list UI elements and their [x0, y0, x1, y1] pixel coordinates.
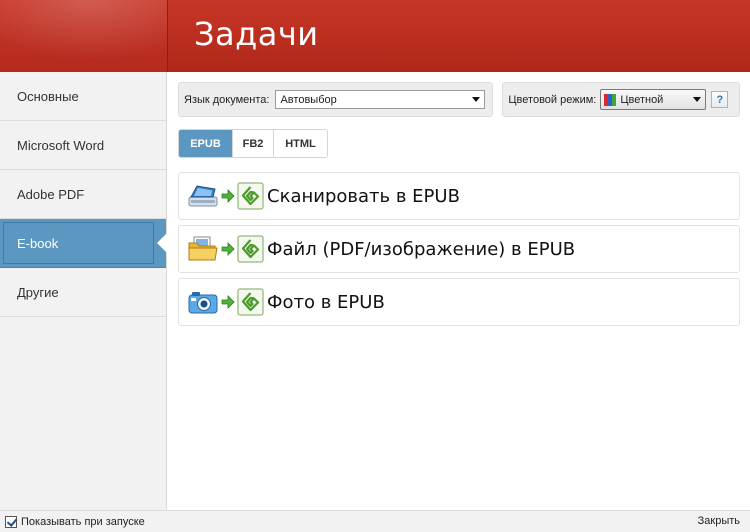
epub-icon [237, 182, 264, 210]
language-select-value: Автовыбор [280, 93, 337, 106]
page-title: Задачи [194, 15, 319, 53]
show-on-startup-label: Показывать при запуске [21, 515, 145, 528]
color-mode-value: Цветной [620, 93, 664, 106]
sidebar-item-microsoft-word[interactable]: Microsoft Word [0, 121, 166, 170]
epub-icon [237, 235, 264, 263]
main-panel: Язык документа: Автовыбор Цветовой режим… [168, 72, 750, 510]
task-file-to-epub[interactable]: Файл (PDF/изображение) в EPUB [178, 225, 740, 273]
tab-html[interactable]: HTML [274, 130, 327, 157]
task-label: Фото в EPUB [267, 291, 385, 313]
sidebar-item-label: Основные [17, 88, 79, 104]
task-icon-group [179, 172, 267, 220]
title-bar: Задачи [0, 0, 750, 72]
options-toolbar: Язык документа: Автовыбор Цветовой режим… [178, 82, 740, 117]
color-mode-label: Цветовой режим: [508, 93, 597, 106]
camera-icon [188, 292, 218, 314]
sidebar-item-ebook[interactable]: E-book [0, 219, 167, 268]
chevron-down-icon [693, 97, 702, 102]
scanner-icon [188, 185, 218, 207]
sidebar-item-label: Другие [17, 284, 59, 300]
color-mode-select[interactable]: Цветной [600, 89, 707, 110]
language-label: Язык документа: [184, 93, 270, 106]
status-bar: Показывать при запуске Закрыть [0, 510, 750, 532]
format-tabs: EPUB FB2 HTML [178, 129, 328, 158]
arrow-right-icon [221, 295, 235, 309]
color-mode-group: Цветовой режим: Цветной ? [502, 82, 740, 117]
task-icon-group [179, 225, 267, 273]
help-button[interactable]: ? [711, 91, 729, 108]
sidebar-item-label: Adobe PDF [17, 186, 85, 202]
arrow-right-icon [221, 189, 235, 203]
epub-icon [237, 288, 264, 316]
header-banner: Задачи [168, 0, 750, 72]
sidebar-item-other[interactable]: Другие [0, 268, 166, 317]
folder-icon [188, 236, 218, 261]
show-on-startup-checkbox[interactable] [5, 515, 17, 528]
color-palette-icon [604, 93, 617, 106]
tab-epub[interactable]: EPUB [179, 130, 233, 157]
language-group: Язык документа: Автовыбор [178, 82, 494, 117]
chevron-down-icon [472, 97, 481, 102]
sidebar-item-adobe-pdf[interactable]: Adobe PDF [0, 170, 166, 219]
task-scan-to-epub[interactable]: Сканировать в EPUB [178, 172, 740, 220]
sidebar: Основные Microsoft Word Adobe PDF E-book… [0, 72, 167, 510]
task-photo-to-epub[interactable]: Фото в EPUB [178, 278, 740, 326]
sidebar-item-label: Microsoft Word [17, 137, 105, 153]
task-icon-group [179, 278, 267, 326]
close-button[interactable]: Закрыть [698, 515, 740, 527]
task-label: Сканировать в EPUB [267, 185, 460, 207]
language-select[interactable]: Автовыбор [275, 90, 486, 109]
header-logo-area [0, 0, 167, 72]
task-label: Файл (PDF/изображение) в EPUB [267, 238, 576, 260]
tab-fb2[interactable]: FB2 [233, 130, 274, 157]
arrow-right-icon [221, 242, 235, 256]
sidebar-item-main[interactable]: Основные [0, 72, 166, 121]
sidebar-item-label: E-book [17, 235, 59, 251]
